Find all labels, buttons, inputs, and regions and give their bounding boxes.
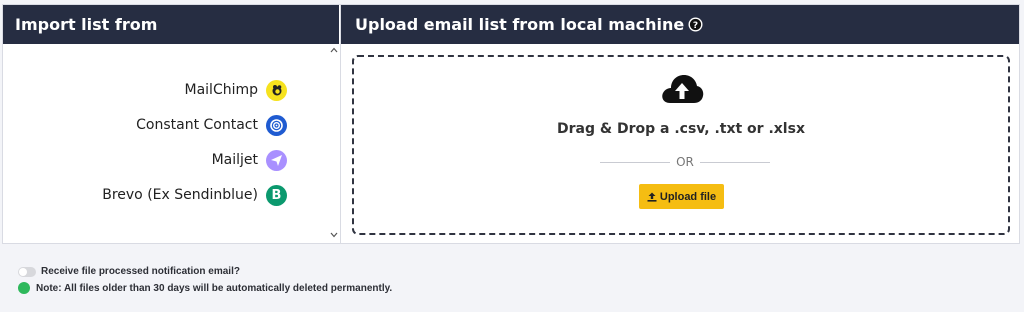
retention-note: Note: All files older than 30 days will …	[18, 282, 392, 294]
dropzone-text: Drag & Drop a .csv, .txt or .xlsx	[557, 121, 805, 137]
svg-text:?: ?	[693, 21, 698, 31]
file-dropzone[interactable]: Drag & Drop a .csv, .txt or .xlsx OR Upl…	[352, 55, 1010, 235]
status-dot-icon	[18, 282, 30, 294]
notification-label: Receive file processed notification emai…	[41, 266, 240, 277]
upload-title: Upload email list from local machine	[355, 15, 685, 34]
upload-file-button[interactable]: Upload file	[639, 184, 724, 209]
upload-button-label: Upload file	[659, 190, 717, 203]
service-item-mailjet[interactable]: Mailjet	[212, 149, 287, 171]
help-icon[interactable]: ?	[688, 17, 703, 32]
service-label: Brevo (Ex Sendinblue)	[102, 187, 258, 203]
retention-note-text: Note: All files older than 30 days will …	[36, 282, 393, 294]
scroll-down-icon[interactable]	[329, 231, 339, 241]
scroll-up-icon[interactable]	[329, 46, 339, 56]
upload-icon	[647, 192, 657, 202]
import-list-header: Import list from	[3, 5, 339, 44]
upload-section: Upload email list from local machine ? D…	[340, 5, 1019, 243]
mailchimp-logo-icon	[266, 79, 287, 101]
or-divider: OR	[600, 155, 770, 169]
import-list-section: Import list from MailChimp Constant Cont…	[3, 5, 339, 243]
notification-option: Receive file processed notification emai…	[18, 266, 240, 277]
service-list: MailChimp Constant Contact Mailjet Brevo…	[3, 44, 329, 243]
service-item-mailchimp[interactable]: MailChimp	[184, 79, 287, 101]
import-list-title: Import list from	[15, 15, 158, 34]
cloud-upload-icon	[660, 73, 704, 105]
import-upload-panel: Import list from MailChimp Constant Cont…	[2, 4, 1020, 244]
constant-contact-logo-icon	[266, 114, 287, 136]
upload-header: Upload email list from local machine ?	[341, 5, 1019, 44]
service-label: Constant Contact	[136, 117, 258, 133]
mailjet-logo-icon	[266, 149, 287, 171]
brevo-logo-icon: B	[266, 184, 287, 206]
service-item-brevo[interactable]: Brevo (Ex Sendinblue) B	[102, 184, 287, 206]
notification-toggle[interactable]	[18, 266, 36, 277]
service-label: MailChimp	[184, 82, 259, 98]
service-label: Mailjet	[211, 152, 258, 168]
service-list-scrollbar[interactable]	[329, 44, 339, 243]
service-item-constant-contact[interactable]: Constant Contact	[136, 114, 287, 136]
or-label: OR	[676, 155, 694, 169]
